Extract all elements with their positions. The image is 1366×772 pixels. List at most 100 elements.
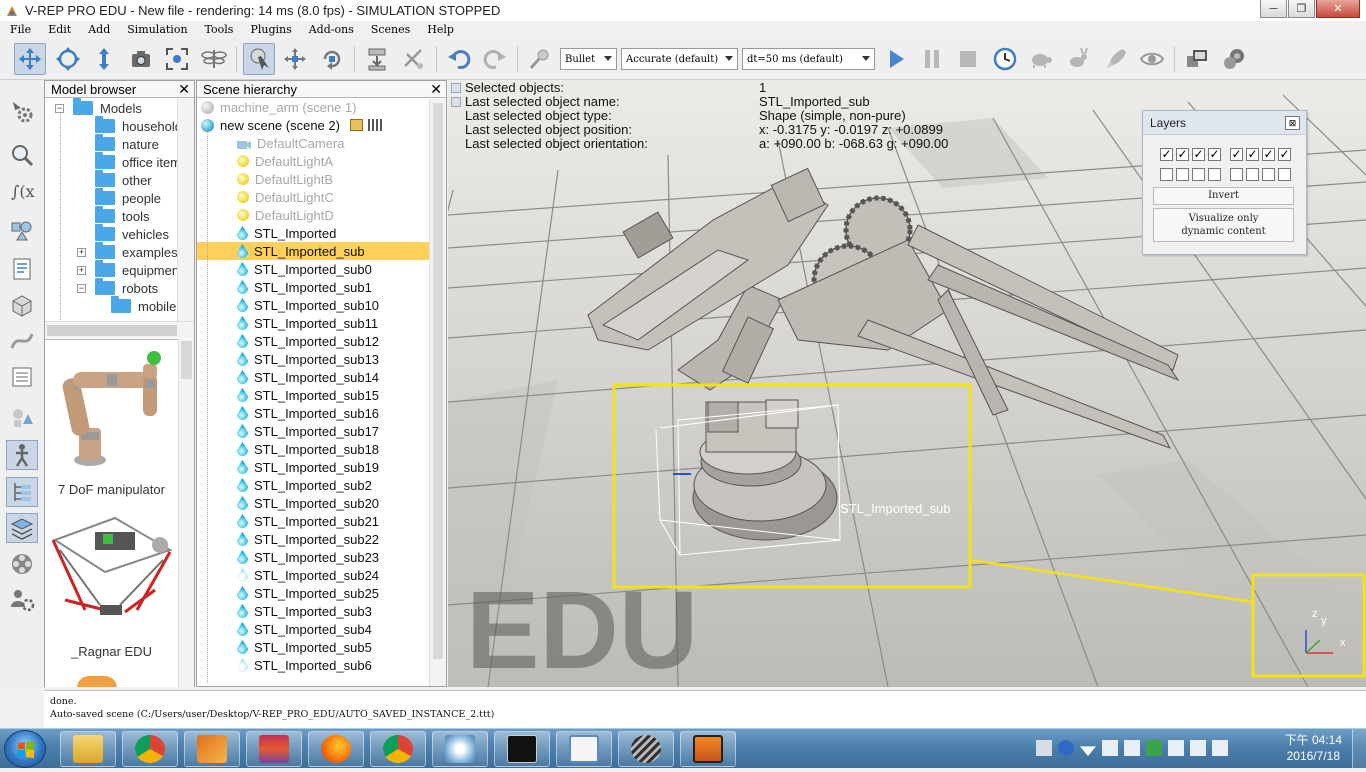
undo-icon[interactable]: [443, 43, 475, 75]
taskbar-rar[interactable]: [246, 731, 302, 767]
start-simulation-icon[interactable]: [880, 43, 912, 75]
keyboard-icon[interactable]: [1036, 740, 1052, 756]
taskbar-vrep[interactable]: [184, 731, 240, 767]
scene-object-row[interactable]: STL_Imported_sub4: [197, 620, 430, 638]
model-folder-tools[interactable]: tools: [95, 206, 149, 225]
layer-checkbox[interactable]: ✓: [1176, 148, 1189, 161]
path-edit-icon[interactable]: [6, 326, 38, 356]
magnifier-icon[interactable]: [6, 140, 38, 170]
model-folder-household[interactable]: household: [95, 116, 182, 135]
shapes-colors-icon[interactable]: [6, 402, 38, 432]
scene-object-row[interactable]: STL_Imported_sub0: [197, 260, 430, 278]
scene-object-row[interactable]: STL_Imported_sub6: [197, 656, 430, 674]
scene-object-row[interactable]: STL_Imported_sub10: [197, 296, 430, 314]
scene-object-row[interactable]: STL_Imported_sub16: [197, 404, 430, 422]
model-folder-mobile[interactable]: mobile: [111, 296, 176, 315]
visualization-eye-icon[interactable]: [1136, 43, 1168, 75]
layer-checkbox[interactable]: [1246, 168, 1259, 181]
scene-object-row[interactable]: STL_Imported_sub11: [197, 314, 430, 332]
taskbar-tiger-app[interactable]: [680, 731, 736, 767]
menu-edit[interactable]: Edit: [38, 23, 78, 36]
model-folder-other[interactable]: other: [95, 170, 152, 189]
layer-checkbox[interactable]: [1192, 168, 1205, 181]
menu-addons[interactable]: Add-ons: [299, 23, 361, 36]
show-desktop-button[interactable]: [1352, 729, 1366, 769]
menu-tools[interactable]: Tools: [195, 23, 241, 36]
selection-list-icon[interactable]: [6, 362, 38, 392]
accuracy-select[interactable]: Accurate (default): [621, 48, 738, 70]
scene-selector-icon[interactable]: [1218, 43, 1250, 75]
scene-customization-icon[interactable]: [367, 119, 382, 131]
scene-object-row[interactable]: STL_Imported_sub13: [197, 350, 430, 368]
scripts-icon[interactable]: [6, 254, 38, 284]
flag-icon[interactable]: [1168, 740, 1184, 756]
model-folder-vehicles[interactable]: vehicles: [95, 224, 169, 243]
scene-object-row[interactable]: STL_Imported_sub2: [197, 476, 430, 494]
invert-layers-button[interactable]: Invert: [1153, 187, 1294, 205]
model-folder-office-items[interactable]: office items: [95, 152, 188, 171]
help-icon[interactable]: [1058, 740, 1074, 756]
menu-plugins[interactable]: Plugins: [240, 23, 298, 36]
speed-up-rabbit-icon[interactable]: [1062, 43, 1094, 75]
scene-object-row[interactable]: STL_Imported_sub5: [197, 638, 430, 656]
scene-script-icon[interactable]: [349, 119, 363, 131]
model-tree-vscrollbar[interactable]: [177, 99, 194, 321]
scene-object-row[interactable]: STL_Imported_sub22: [197, 530, 430, 548]
scene-object-row[interactable]: DefaultCamera: [197, 134, 430, 152]
layer-checkbox[interactable]: ✓: [1160, 148, 1173, 161]
probe-icon[interactable]: [524, 43, 556, 75]
fit-to-view-icon[interactable]: [161, 43, 193, 75]
network-icon[interactable]: [1102, 740, 1118, 756]
scene-object-row[interactable]: STL_Imported_sub: [197, 242, 430, 260]
timestep-select[interactable]: dt=50 ms (default): [742, 48, 875, 70]
click-select-icon[interactable]: [243, 43, 275, 75]
taskbar-sphere-app[interactable]: [618, 731, 674, 767]
scene-entry[interactable]: new scene (scene 2): [197, 116, 430, 134]
collections-icon[interactable]: [6, 216, 38, 246]
scene-object-row[interactable]: DefaultLightB: [197, 170, 430, 188]
scene-object-row[interactable]: DefaultLightA: [197, 152, 430, 170]
scene-object-row[interactable]: STL_Imported_sub20: [197, 494, 430, 512]
taskbar-chrome-2[interactable]: [370, 731, 426, 767]
model-browser-close-icon[interactable]: ✕: [178, 81, 190, 98]
layer-checkbox[interactable]: [1278, 168, 1291, 181]
model-folder-robots[interactable]: robots: [95, 278, 158, 297]
input-method-icon[interactable]: [1190, 740, 1206, 756]
user-settings-icon[interactable]: [6, 585, 38, 615]
scene-object-row[interactable]: STL_Imported_sub21: [197, 512, 430, 530]
camera-rotate-icon[interactable]: [52, 43, 84, 75]
model-browser-toggle-icon[interactable]: [6, 440, 38, 470]
scene-object-row[interactable]: STL_Imported_sub24: [197, 566, 430, 584]
menu-scenes[interactable]: Scenes: [361, 23, 417, 36]
menu-simulation[interactable]: Simulation: [117, 23, 194, 36]
show-hidden-icon[interactable]: [1080, 746, 1096, 756]
threaded-rendering-rocket-icon[interactable]: [1100, 43, 1132, 75]
scene-object-row[interactable]: STL_Imported: [197, 224, 430, 242]
volume-icon[interactable]: [1124, 740, 1140, 756]
layer-checkbox[interactable]: ✓: [1246, 148, 1259, 161]
simulation-settings-icon[interactable]: [6, 96, 38, 126]
scene-hierarchy-toggle-icon[interactable]: [6, 477, 38, 507]
taskbar-cmd[interactable]: [494, 731, 550, 767]
scene-hierarchy-close-icon[interactable]: ✕: [430, 81, 442, 98]
scene-object-row[interactable]: DefaultLightC: [197, 188, 430, 206]
model-folder-Models[interactable]: Models: [73, 98, 142, 117]
taskbar-file-explorer[interactable]: [60, 731, 116, 767]
layer-checkbox[interactable]: ✓: [1262, 148, 1275, 161]
taskbar-chrome-1[interactable]: [122, 731, 178, 767]
stop-simulation-icon[interactable]: [952, 43, 984, 75]
layer-checkbox[interactable]: ✓: [1192, 148, 1205, 161]
video-recorder-icon[interactable]: [6, 549, 38, 579]
scene-hierarchy-scrollbar[interactable]: [429, 99, 446, 686]
calculation-modules-icon[interactable]: ∫(x): [6, 176, 38, 206]
start-button-icon[interactable]: [4, 730, 46, 768]
tree-expander-icon[interactable]: +: [77, 248, 86, 257]
visualize-dynamic-button[interactable]: Visualize only dynamic content: [1153, 208, 1294, 242]
model-folder-people[interactable]: people: [95, 188, 161, 207]
scene-object-row[interactable]: STL_Imported_sub3: [197, 602, 430, 620]
realtime-clock-icon[interactable]: [989, 43, 1021, 75]
update-icon[interactable]: [1146, 740, 1162, 756]
tree-expander-icon[interactable]: −: [77, 284, 86, 293]
layer-checkbox[interactable]: ✓: [1278, 148, 1291, 161]
scene-object-row[interactable]: DefaultLightD: [197, 206, 430, 224]
